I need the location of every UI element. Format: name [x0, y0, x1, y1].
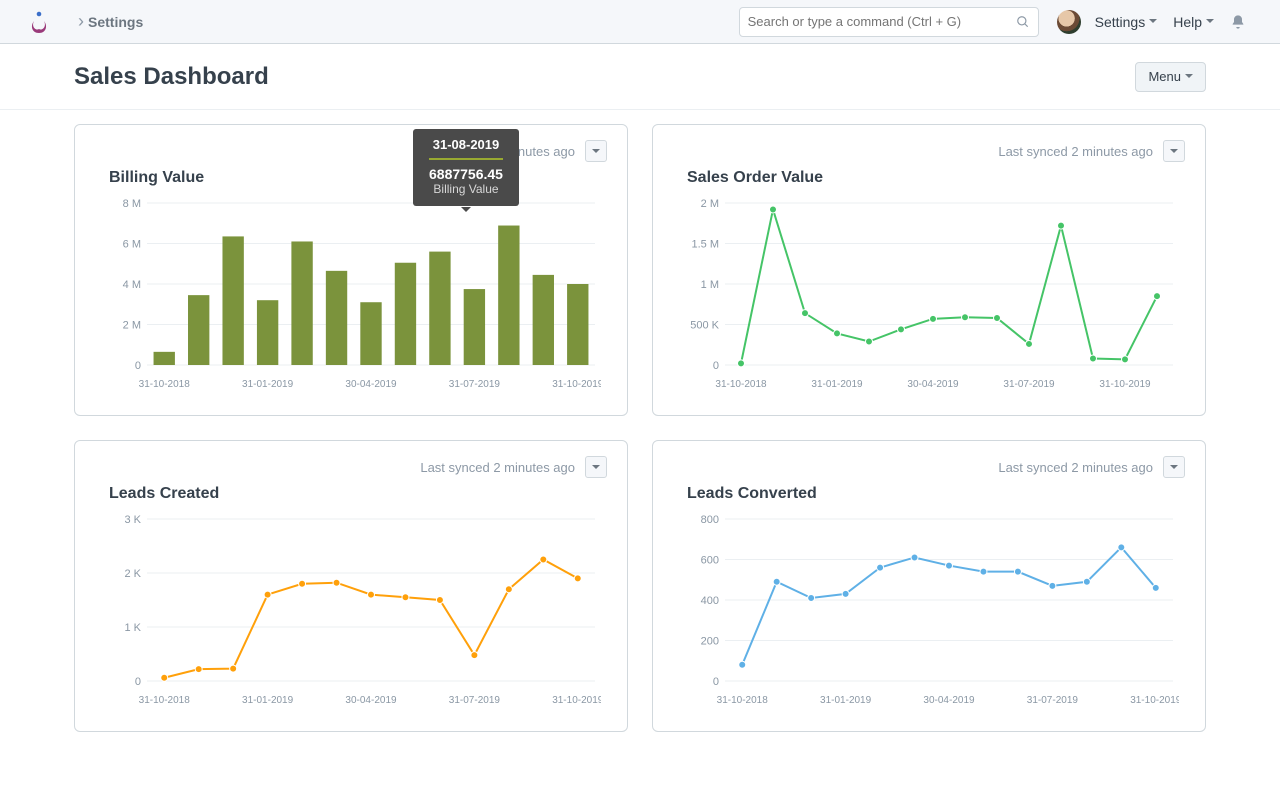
svg-text:800: 800	[701, 514, 719, 526]
svg-text:0: 0	[135, 360, 141, 372]
chevron-down-icon	[1170, 149, 1178, 157]
chevron-down-icon	[592, 465, 600, 473]
svg-text:30-04-2019: 30-04-2019	[345, 379, 397, 390]
svg-text:600: 600	[701, 555, 719, 567]
card-title: Billing Value	[109, 169, 607, 187]
svg-text:31-01-2019: 31-01-2019	[820, 695, 872, 706]
brand-logo[interactable]	[0, 9, 78, 35]
svg-text:3 K: 3 K	[124, 514, 141, 526]
svg-text:1.5 M: 1.5 M	[691, 239, 719, 251]
card-menu-button[interactable]	[1163, 140, 1185, 162]
page-menu-button[interactable]: Menu	[1135, 62, 1206, 92]
card-menu-button[interactable]	[585, 140, 607, 162]
notifications-button[interactable]	[1230, 14, 1246, 30]
svg-text:0: 0	[713, 676, 719, 688]
svg-text:31-07-2019: 31-07-2019	[449, 379, 501, 390]
page-header: Sales Dashboard Menu	[0, 44, 1280, 110]
svg-text:31-10-2018: 31-10-2018	[717, 695, 769, 706]
chevron-down-icon	[1170, 465, 1178, 473]
svg-text:30-04-2019: 30-04-2019	[907, 379, 959, 390]
svg-text:1 K: 1 K	[124, 622, 141, 634]
chart-leads-created: 0 1 K 2 K 3 K 31-10-2018 31-01-2019 30-04-2019…	[111, 513, 601, 711]
avatar[interactable]	[1057, 10, 1081, 34]
settings-menu[interactable]: Settings	[1095, 14, 1158, 30]
dashboard-grid: Last synced 2 minutes ago Billing Value …	[0, 110, 1280, 762]
svg-text:500 K: 500 K	[690, 320, 719, 332]
card-title: Leads Converted	[687, 485, 1185, 503]
svg-text:400: 400	[701, 595, 719, 607]
help-menu[interactable]: Help	[1173, 14, 1214, 30]
card-leads-converted: Last synced 2 minutes ago Leads Converte…	[652, 440, 1206, 732]
svg-text:6 M: 6 M	[123, 239, 141, 251]
svg-text:31-07-2019: 31-07-2019	[1027, 695, 1079, 706]
chart-leads-converted: 0 200 400 600 800 31-10-2018 31-01-2019 30-04-2…	[689, 513, 1179, 711]
chevron-down-icon	[1206, 19, 1214, 27]
svg-text:31-10-2019: 31-10-2019	[552, 379, 601, 390]
svg-text:30-04-2019: 30-04-2019	[345, 695, 397, 706]
page-title: Sales Dashboard	[74, 63, 269, 91]
card-title: Leads Created	[109, 485, 607, 503]
chart-billing-value: 0 2 M 4 M 6 M 8 M 31-10-2018 31-01-2019 30-04-2…	[111, 197, 601, 395]
svg-text:2 M: 2 M	[701, 198, 719, 210]
card-menu-button[interactable]	[585, 456, 607, 478]
svg-text:8 M: 8 M	[123, 198, 141, 210]
svg-text:31-10-2018: 31-10-2018	[715, 379, 767, 390]
svg-text:4 M: 4 M	[123, 279, 141, 291]
svg-text:0: 0	[135, 676, 141, 688]
sync-status: Last synced 2 minutes ago	[420, 144, 575, 159]
svg-text:31-01-2019: 31-01-2019	[242, 695, 294, 706]
svg-text:31-07-2019: 31-07-2019	[1003, 379, 1055, 390]
svg-text:2 K: 2 K	[124, 568, 141, 580]
card-title: Sales Order Value	[687, 169, 1185, 187]
svg-text:31-07-2019: 31-07-2019	[449, 695, 501, 706]
chevron-down-icon	[592, 149, 600, 157]
svg-text:31-10-2018: 31-10-2018	[139, 379, 191, 390]
top-bar: › Settings Settings Help	[0, 0, 1280, 44]
svg-text:31-01-2019: 31-01-2019	[811, 379, 863, 390]
chevron-down-icon	[1185, 74, 1193, 82]
svg-text:2 M: 2 M	[123, 320, 141, 332]
chevron-down-icon	[1149, 19, 1157, 27]
svg-text:200: 200	[701, 636, 719, 648]
svg-text:31-01-2019: 31-01-2019	[242, 379, 294, 390]
search-icon	[1016, 15, 1030, 29]
search-input-wrapper[interactable]	[739, 7, 1039, 37]
card-billing-value: Last synced 2 minutes ago Billing Value …	[74, 124, 628, 416]
sync-status: Last synced 2 minutes ago	[998, 144, 1153, 159]
sync-status: Last synced 2 minutes ago	[420, 460, 575, 475]
card-sales-order-value: Last synced 2 minutes ago Sales Order Va…	[652, 124, 1206, 416]
search-input[interactable]	[748, 14, 1016, 29]
svg-text:0: 0	[713, 360, 719, 372]
breadcrumb[interactable]: Settings	[88, 14, 143, 30]
sync-status: Last synced 2 minutes ago	[998, 460, 1153, 475]
svg-text:1 M: 1 M	[701, 279, 719, 291]
svg-text:31-10-2019: 31-10-2019	[1099, 379, 1151, 390]
bell-icon	[1230, 14, 1246, 30]
svg-text:31-10-2019: 31-10-2019	[1130, 695, 1179, 706]
chevron-right-icon: ›	[78, 11, 84, 32]
svg-text:31-10-2019: 31-10-2019	[552, 695, 601, 706]
chart-sales-order-value: 0 500 K 1 M 1.5 M 2 M 31-10-2018 31-01-2019 30-…	[689, 197, 1179, 395]
svg-text:31-10-2018: 31-10-2018	[139, 695, 191, 706]
svg-text:30-04-2019: 30-04-2019	[923, 695, 975, 706]
card-leads-created: Last synced 2 minutes ago Leads Created …	[74, 440, 628, 732]
card-menu-button[interactable]	[1163, 456, 1185, 478]
